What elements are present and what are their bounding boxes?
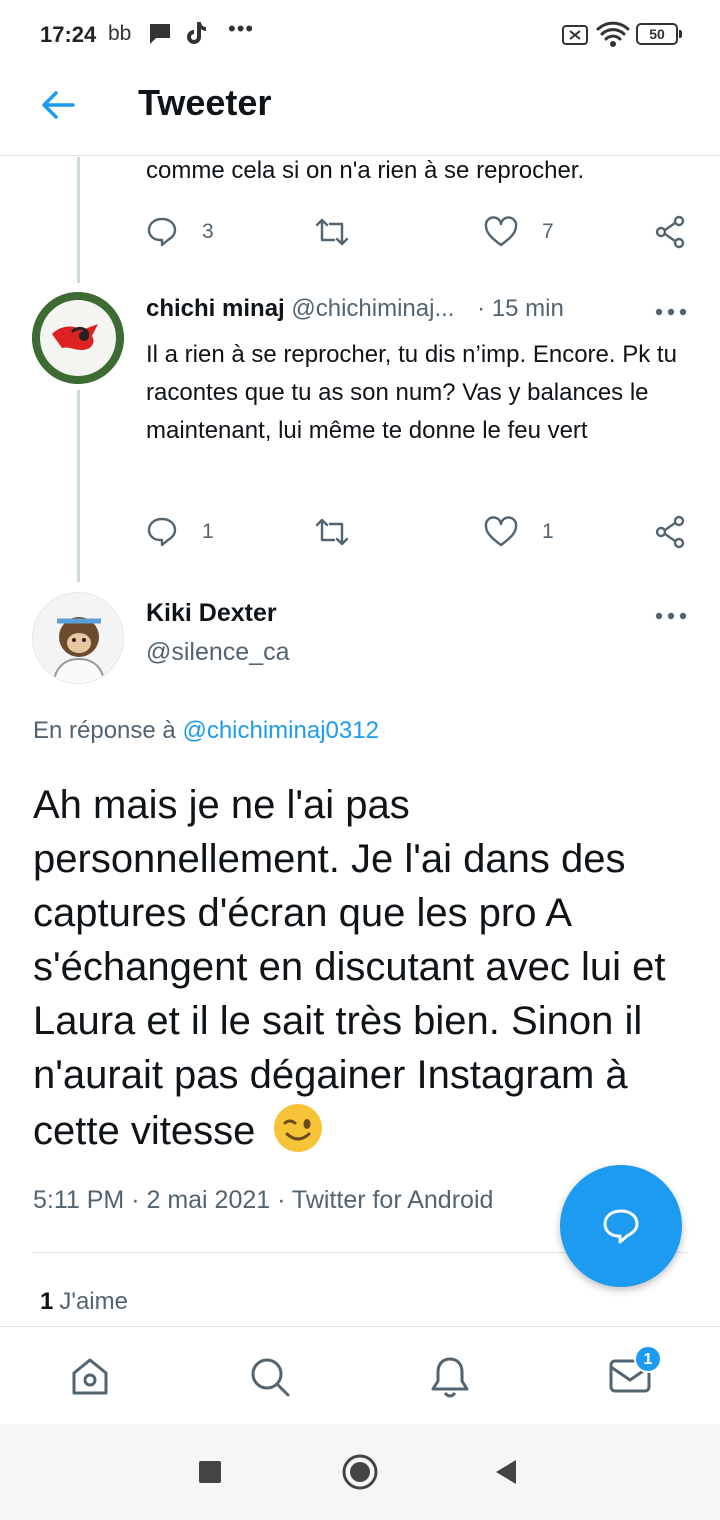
likes-label: J'aime	[59, 1288, 128, 1315]
reply-bubble-icon	[603, 1209, 639, 1244]
back-triangle-icon[interactable]	[494, 1459, 518, 1485]
reply-prefix: En réponse à	[33, 717, 176, 744]
recents-square-icon[interactable]	[198, 1460, 222, 1484]
likes-summary[interactable]: 1 J'aime	[40, 1288, 128, 1316]
retweet-icon	[315, 518, 349, 546]
author-handle: @chichiminaj...	[291, 295, 455, 322]
reply-button[interactable]: 1	[146, 512, 214, 552]
reply-icon	[147, 217, 177, 247]
avatar-image	[33, 593, 123, 683]
author-name[interactable]: chichi minaj	[146, 295, 285, 322]
tweet-time: · 15 min	[477, 295, 564, 322]
back-arrow-icon[interactable]	[40, 90, 76, 120]
notifications-bell-icon[interactable]	[428, 1355, 472, 1401]
winking-face-emoji-icon	[274, 1104, 323, 1152]
reply-count: 1	[202, 520, 214, 543]
reply-tweet-text: Il a rien à se reprocher, tu dis n’imp. …	[146, 341, 677, 444]
status-carrier: bb	[108, 22, 132, 45]
share-icon	[655, 515, 685, 549]
avatar-kiki-dexter[interactable]	[32, 592, 124, 684]
more-options-icon[interactable]	[654, 610, 688, 622]
reply-count: 3	[202, 220, 214, 243]
share-button[interactable]	[654, 212, 686, 252]
tiktok-icon	[187, 22, 206, 44]
retweet-button[interactable]	[314, 512, 350, 552]
home-icon[interactable]	[68, 1355, 112, 1399]
sim-none-icon	[562, 25, 588, 45]
status-time: 17:24	[40, 22, 97, 47]
more-options-icon[interactable]	[654, 306, 688, 318]
page-title: Tweeter	[138, 82, 272, 123]
reply-to-link[interactable]: @chichiminaj0312	[182, 717, 378, 744]
likes-count: 1	[40, 1288, 54, 1315]
reply-context: En réponse à @chichiminaj0312	[33, 717, 379, 745]
retweet-button[interactable]	[314, 212, 350, 252]
search-icon[interactable]	[248, 1355, 292, 1399]
avatar-image	[32, 292, 124, 384]
like-count: 1	[542, 520, 554, 543]
main-tweet-body: Ah mais je ne l'ai pas personnellement. …	[33, 778, 693, 1158]
thread-connector	[77, 157, 80, 283]
author-name[interactable]: Kiki Dexter	[146, 599, 277, 628]
like-count: 7	[542, 220, 554, 243]
main-tweet-text: Ah mais je ne l'ai pas personnellement. …	[33, 783, 666, 1153]
wifi-icon	[596, 21, 630, 47]
battery-indicator: 50	[636, 23, 682, 45]
bottom-navigation: 1	[0, 1326, 720, 1422]
tweet-author-row: chichi minaj @chichiminaj... · 15 min	[146, 295, 564, 323]
top-app-bar: Tweeter	[0, 70, 720, 156]
compose-reply-button[interactable]	[560, 1165, 682, 1287]
like-button[interactable]: 1	[484, 512, 554, 552]
like-button[interactable]: 7	[484, 212, 554, 252]
previous-tweet-actions: 3 7	[146, 212, 686, 252]
more-notifications-icon: •••	[228, 16, 255, 41]
home-circle-icon[interactable]	[341, 1453, 379, 1491]
reply-button[interactable]: 3	[146, 212, 214, 252]
tweet-timestamp-source: 5:11 PM · 2 mai 2021 · Twitter for Andro…	[33, 1186, 494, 1214]
share-icon	[655, 215, 685, 249]
heart-icon	[484, 516, 518, 547]
author-handle: @silence_ca	[146, 638, 290, 666]
reply-tweet-actions: 1 1	[146, 512, 686, 552]
messages-badge: 1	[634, 1345, 662, 1373]
retweet-icon	[315, 218, 349, 246]
thread-connector	[77, 390, 80, 582]
avatar-chichi-minaj[interactable]	[32, 292, 124, 384]
heart-icon	[484, 216, 518, 247]
system-navigation-bar	[0, 1424, 720, 1520]
reply-icon	[147, 517, 177, 547]
status-bar: 17:24 bb ••• 50	[0, 0, 720, 70]
share-button[interactable]	[654, 512, 686, 552]
message-notification-icon	[150, 24, 170, 44]
previous-tweet-text: comme cela si on n'a rien à se reprocher…	[146, 157, 585, 184]
